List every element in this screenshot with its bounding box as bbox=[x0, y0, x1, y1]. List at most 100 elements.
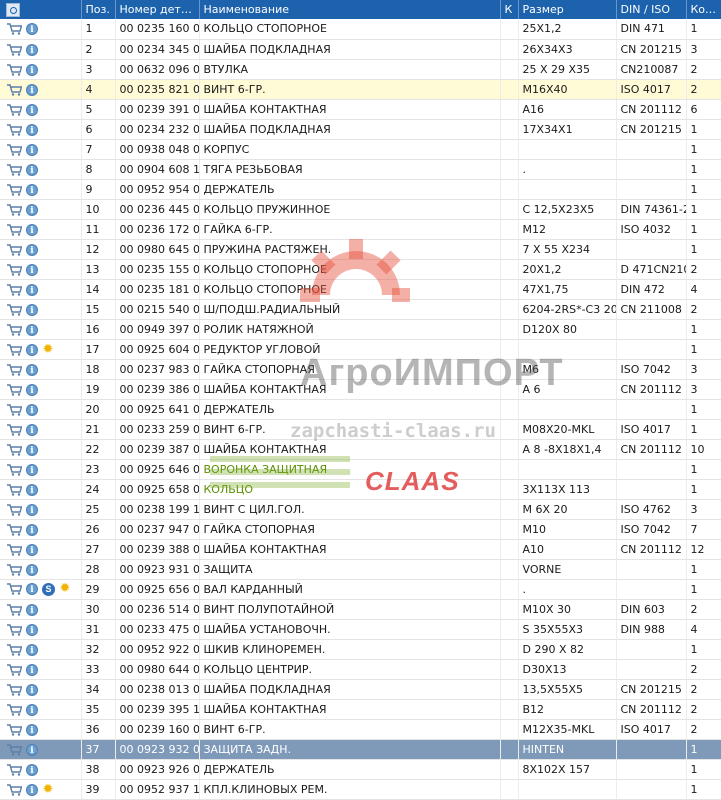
info-icon[interactable]: i bbox=[26, 323, 38, 336]
cell-number[interactable]: 00 0238 013 0 bbox=[115, 679, 200, 700]
info-icon[interactable]: i bbox=[26, 163, 38, 176]
table-row[interactable]: i 27 00 0239 388 0 ШАЙБА КОНТАКТНАЯ A10 CN 20… bbox=[0, 539, 721, 560]
cart-icon[interactable] bbox=[6, 523, 26, 536]
cell-number[interactable]: 00 0239 388 0 bbox=[115, 539, 200, 560]
cart-icon[interactable] bbox=[6, 503, 26, 516]
table-row[interactable]: i 4 00 0235 821 0 ВИНТ 6-ГР. M16X40 ISO 4017 2 bbox=[0, 79, 721, 100]
info-icon[interactable]: i bbox=[26, 103, 38, 116]
cell-number[interactable]: 00 0925 641 0 bbox=[115, 399, 200, 420]
info-icon[interactable]: i bbox=[26, 123, 38, 136]
info-icon[interactable]: i bbox=[26, 383, 38, 396]
info-icon[interactable]: i bbox=[26, 703, 38, 716]
cart-icon[interactable] bbox=[6, 663, 26, 676]
info-icon[interactable]: i bbox=[26, 303, 38, 316]
cell-number[interactable]: 00 0923 931 0 bbox=[115, 559, 200, 580]
search-icon[interactable] bbox=[6, 2, 20, 17]
header-name[interactable]: Наименование bbox=[199, 0, 501, 19]
info-icon[interactable]: i bbox=[26, 203, 38, 216]
table-row[interactable]: i 11 00 0236 172 0 ГАЙКА 6-ГР. M12 ISO 4032 1 bbox=[0, 219, 721, 240]
cart-icon[interactable] bbox=[6, 623, 26, 636]
info-icon[interactable]: i bbox=[26, 23, 38, 36]
cart-icon[interactable] bbox=[6, 703, 26, 716]
cell-number[interactable]: 00 0238 199 1 bbox=[115, 499, 200, 520]
cell-number[interactable]: 00 0923 926 0 bbox=[115, 759, 200, 780]
cell-number[interactable]: 00 0925 646 0 bbox=[115, 459, 200, 480]
cart-icon[interactable] bbox=[6, 423, 26, 436]
cart-icon[interactable] bbox=[6, 643, 26, 656]
info-icon[interactable]: i bbox=[26, 243, 38, 256]
cell-number[interactable]: 00 0234 345 0 bbox=[115, 39, 200, 60]
table-row[interactable]: i 21 00 0233 259 0 ВИНТ 6-ГР. M08X20-MKL ISO … bbox=[0, 419, 721, 440]
cell-number[interactable]: 00 0234 232 0 bbox=[115, 119, 200, 140]
info-icon[interactable]: i bbox=[26, 143, 38, 156]
cart-icon[interactable] bbox=[6, 43, 26, 56]
table-row[interactable]: i 19 00 0239 386 0 ШАЙБА КОНТАКТНАЯ A 6 CN 20… bbox=[0, 379, 721, 400]
cell-number[interactable]: 00 0952 922 0 bbox=[115, 639, 200, 660]
info-icon[interactable]: i bbox=[26, 183, 38, 196]
cart-icon[interactable] bbox=[6, 303, 26, 316]
cart-icon[interactable] bbox=[6, 343, 26, 356]
cell-number[interactable]: 00 0952 954 0 bbox=[115, 179, 200, 200]
table-row[interactable]: i 6 00 0234 232 0 ШАЙБА ПОДКЛАДНАЯ 17X34X1 CN… bbox=[0, 119, 721, 140]
table-row[interactable]: i 23 00 0925 646 0 ВОРОНКА ЗАЩИТНАЯ 1 bbox=[0, 459, 721, 480]
info-icon[interactable]: i bbox=[26, 463, 38, 476]
cell-number[interactable]: 00 0980 645 0 bbox=[115, 239, 200, 260]
cart-icon[interactable] bbox=[6, 783, 26, 796]
info-icon[interactable]: i bbox=[26, 643, 38, 656]
cell-number[interactable]: 00 0949 397 0 bbox=[115, 319, 200, 340]
info-icon[interactable]: i bbox=[26, 283, 38, 296]
table-row[interactable]: i 1 00 0235 160 0 КОЛЬЦО СТОПОРНОЕ 25X1,2 DIN… bbox=[0, 19, 721, 40]
cart-icon[interactable] bbox=[6, 83, 26, 96]
table-row[interactable]: i 32 00 0952 922 0 ШКИВ КЛИНОРЕМЕН. D 290 X … bbox=[0, 639, 721, 660]
cell-number[interactable]: 00 0239 387 0 bbox=[115, 439, 200, 460]
cart-icon[interactable] bbox=[6, 443, 26, 456]
cart-icon[interactable] bbox=[6, 143, 26, 156]
cell-number[interactable]: 00 0239 160 0 bbox=[115, 719, 200, 740]
cart-icon[interactable] bbox=[6, 323, 26, 336]
cart-icon[interactable] bbox=[6, 283, 26, 296]
table-row[interactable]: i ✹ 39 00 0952 937 1 КПЛ.КЛИНОВЫХ РЕМ. 1 bbox=[0, 779, 721, 800]
cell-number[interactable]: 00 0235 181 0 bbox=[115, 279, 200, 300]
cell-number[interactable]: 00 0236 172 0 bbox=[115, 219, 200, 240]
table-row[interactable]: i 13 00 0235 155 0 КОЛЬЦО СТОПОРНОЕ 20X1,2 D … bbox=[0, 259, 721, 280]
info-icon[interactable]: i bbox=[26, 623, 38, 636]
cart-icon[interactable] bbox=[6, 563, 26, 576]
table-row[interactable]: i 9 00 0952 954 0 ДЕРЖАТЕЛЬ 1 bbox=[0, 179, 721, 200]
cell-number[interactable]: 00 0925 656 0 bbox=[115, 579, 200, 600]
info-icon[interactable]: i bbox=[26, 603, 38, 616]
table-row[interactable]: i 12 00 0980 645 0 ПРУЖИНА РАСТЯЖЕН. 7 X 55 … bbox=[0, 239, 721, 260]
header-number[interactable]: Номер детали bbox=[115, 0, 200, 19]
cell-number[interactable]: 00 0236 514 0 bbox=[115, 599, 200, 620]
table-row[interactable]: i 35 00 0239 395 1 ШАЙБА КОНТАКТНАЯ B12 CN 20… bbox=[0, 699, 721, 720]
info-icon[interactable]: i bbox=[26, 503, 38, 516]
cell-number[interactable]: 00 0215 540 0 bbox=[115, 299, 200, 320]
table-row[interactable]: i 7 00 0938 048 0 КОРПУС 1 bbox=[0, 139, 721, 160]
cart-icon[interactable] bbox=[6, 22, 26, 35]
cart-icon[interactable] bbox=[6, 63, 26, 76]
info-icon[interactable]: i bbox=[26, 563, 38, 576]
info-icon[interactable]: i bbox=[26, 363, 38, 376]
cart-icon[interactable] bbox=[6, 683, 26, 696]
cell-number[interactable]: 00 0237 983 0 bbox=[115, 359, 200, 380]
cell-number[interactable]: 00 0239 386 0 bbox=[115, 379, 200, 400]
cart-icon[interactable] bbox=[6, 243, 26, 256]
cart-icon[interactable] bbox=[6, 483, 26, 496]
info-icon[interactable]: i bbox=[26, 403, 38, 416]
table-row[interactable]: i 3 00 0632 096 0 ВТУЛКА 25 X 29 X35 CN210087… bbox=[0, 59, 721, 80]
info-icon[interactable]: i bbox=[26, 43, 38, 56]
cell-number[interactable]: 00 0237 947 0 bbox=[115, 519, 200, 540]
cart-icon[interactable] bbox=[6, 163, 26, 176]
table-row[interactable]: i 33 00 0980 644 0 КОЛЬЦО ЦЕНТРИР. D30X13 2 bbox=[0, 659, 721, 680]
cart-icon[interactable] bbox=[6, 203, 26, 216]
header-pos[interactable]: Поз. bbox=[81, 0, 116, 19]
header-size[interactable]: Размер bbox=[518, 0, 617, 19]
info-icon[interactable]: i bbox=[26, 223, 38, 236]
header-k[interactable]: К bbox=[500, 0, 519, 19]
table-row[interactable]: i 24 00 0925 658 0 КОЛЬЦО 3X113X 113 1 bbox=[0, 479, 721, 500]
header-qty[interactable]: Колич... bbox=[686, 0, 721, 19]
info-icon[interactable]: i bbox=[26, 763, 38, 776]
cell-number[interactable]: 00 0235 155 0 bbox=[115, 259, 200, 280]
cell-number[interactable]: 00 0952 937 1 bbox=[115, 779, 200, 800]
table-row[interactable]: i 15 00 0215 540 0 Ш/ПОДШ.РАДИАЛЬНЫЙ 6204-2R… bbox=[0, 299, 721, 320]
info-icon[interactable]: i bbox=[26, 483, 38, 496]
